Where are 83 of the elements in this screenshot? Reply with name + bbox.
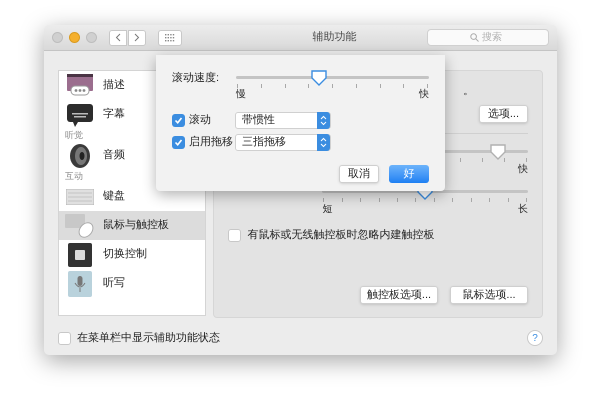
caption-bubble-icon bbox=[67, 102, 93, 126]
trackpad-and-mouse-icon bbox=[65, 214, 95, 238]
tick-mark bbox=[470, 198, 472, 202]
slider-thumb[interactable] bbox=[310, 69, 328, 87]
ignore-checkbox[interactable] bbox=[228, 228, 242, 242]
sidebar-item-label: 键盘 bbox=[103, 189, 125, 204]
tick-mark bbox=[403, 84, 404, 88]
tick-mark bbox=[482, 158, 484, 162]
chevron-right-icon bbox=[134, 33, 140, 42]
tick-mark bbox=[323, 198, 324, 202]
tick-mark bbox=[360, 198, 362, 202]
checkmark-icon bbox=[174, 116, 183, 125]
minimize-button[interactable] bbox=[69, 32, 80, 43]
popup-menu[interactable]: 三指拖移 bbox=[235, 134, 331, 151]
status-checkbox-label: 在菜单栏中显示辅助功能状态 bbox=[77, 330, 220, 346]
slider-min-label: 短 bbox=[322, 203, 332, 217]
speed-label: 滚动速度: bbox=[172, 70, 220, 86]
option-label: 滚动 bbox=[189, 112, 212, 128]
sidebar-item[interactable]: 切换控制 bbox=[59, 240, 206, 269]
window-title: 辅助功能 bbox=[312, 30, 358, 46]
popup-value: 三指拖移 bbox=[242, 135, 286, 150]
sidebar-item[interactable]: 鼠标与触控板 bbox=[59, 211, 206, 240]
grid-icon bbox=[165, 34, 175, 42]
sidebar-item-label: 鼠标与触控板 bbox=[103, 218, 169, 234]
ignore-checkbox-label: 有鼠标或无线触控板时忽略内建触控板 bbox=[247, 228, 434, 243]
sidebar-item-label: 听写 bbox=[103, 276, 125, 292]
description-text: 。 bbox=[463, 84, 474, 99]
chevron-left-icon bbox=[115, 33, 121, 42]
sidebar-item-label: 音频 bbox=[103, 148, 125, 164]
slider-max-label: 长 bbox=[518, 202, 528, 217]
tick-mark bbox=[526, 158, 527, 162]
sidebar-item-label: 字幕 bbox=[103, 106, 125, 122]
show-all-button[interactable] bbox=[158, 30, 182, 46]
tick-mark bbox=[342, 198, 343, 202]
tick-mark bbox=[460, 158, 462, 162]
option-checkbox[interactable] bbox=[172, 114, 185, 127]
slider-min-label: 慢 bbox=[236, 88, 246, 102]
tick-mark bbox=[237, 84, 238, 88]
slider-max-label: 快 bbox=[518, 162, 528, 177]
option-checkbox[interactable] bbox=[172, 136, 185, 149]
tick-mark bbox=[489, 198, 490, 202]
sidebar-item[interactable]: 听写 bbox=[59, 269, 206, 298]
settings-button[interactable]: 鼠标选项... bbox=[450, 286, 528, 304]
tick-mark bbox=[332, 84, 333, 88]
tick-mark bbox=[452, 198, 454, 202]
tick-mark bbox=[526, 198, 527, 202]
checkmark-icon bbox=[174, 138, 183, 147]
tick-mark bbox=[434, 198, 435, 202]
keyboard-icon bbox=[66, 188, 94, 204]
speaker-icon bbox=[68, 142, 92, 168]
tick-mark bbox=[508, 198, 509, 202]
sidebar-item-label: 切换控制 bbox=[103, 247, 147, 262]
tick-mark bbox=[378, 198, 380, 202]
tick-mark bbox=[260, 84, 262, 88]
sidebar-item-label: 描述 bbox=[103, 78, 125, 94]
search-icon bbox=[470, 33, 479, 42]
popup-menu[interactable]: 带惯性 bbox=[235, 112, 331, 129]
stepper-icon bbox=[317, 134, 330, 151]
popup-value: 带惯性 bbox=[242, 113, 275, 128]
tick-mark bbox=[504, 158, 506, 162]
options-button[interactable]: 选项... bbox=[478, 105, 528, 123]
tick-mark bbox=[427, 84, 428, 88]
slider-thumb[interactable] bbox=[489, 143, 508, 161]
microphone-icon bbox=[68, 270, 92, 296]
speech-bubble-screen-icon bbox=[67, 74, 93, 98]
sidebar-item[interactable]: 键盘 bbox=[59, 182, 206, 211]
tick-mark bbox=[308, 84, 310, 88]
back-button[interactable] bbox=[109, 30, 127, 46]
switch-control-icon bbox=[68, 242, 92, 266]
status-checkbox[interactable] bbox=[58, 332, 71, 345]
tick-mark bbox=[415, 198, 416, 202]
section-header: 互动 bbox=[64, 170, 84, 182]
tick-mark bbox=[397, 198, 398, 202]
option-label: 启用拖移 bbox=[189, 134, 234, 150]
slider-max-label: 快 bbox=[419, 88, 429, 102]
settings-button[interactable]: 触控板选项... bbox=[360, 286, 438, 304]
tick-mark bbox=[284, 84, 286, 88]
search-field[interactable]: 搜索 bbox=[427, 29, 549, 46]
stepper-icon bbox=[317, 112, 330, 129]
cancel-button[interactable]: 取消 bbox=[339, 165, 379, 183]
tick-mark bbox=[356, 84, 357, 88]
forward-button[interactable] bbox=[128, 30, 146, 46]
search-input[interactable]: 搜索 bbox=[482, 30, 506, 45]
